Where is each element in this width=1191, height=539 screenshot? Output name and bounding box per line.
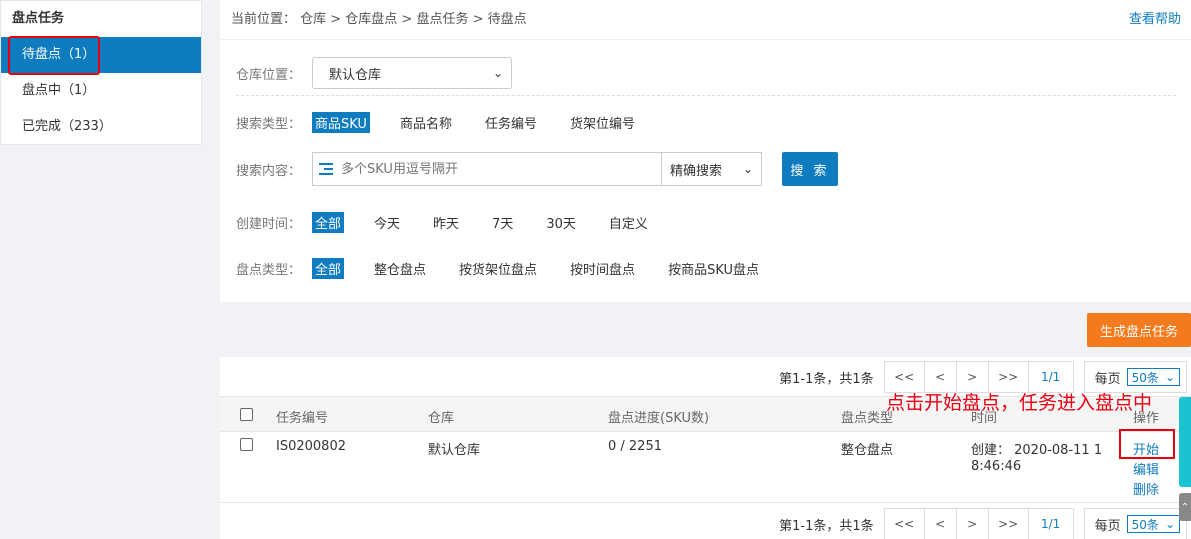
search-content-row: 搜索内容： 精确搜索 ⌄ 搜 索 [236,152,838,186]
search-input[interactable] [341,161,641,177]
search-type-label: 搜索类型： [236,116,302,132]
created-30days[interactable]: 30天 [543,212,579,233]
type-by-shelf[interactable]: 按货架位盘点 [456,258,540,279]
row-warehouse: 默认仓库 [428,443,481,458]
annotation-text: 点击开始盘点，任务进入盘点中 [886,392,1153,414]
per-page-select[interactable]: 50条 ⌄ [1126,368,1180,386]
sidebar-item-completed[interactable]: 已完成（233） [1,109,201,145]
row-time-created: 创建： 2020-08-11 1 [971,443,1103,458]
per-page-label: 每页 [1094,518,1121,534]
side-float-tab[interactable] [1179,397,1191,487]
created-time-row: 创建时间： 全部 今天 昨天 7天 30天 自定义 [236,205,678,239]
header-task-no: 任务编号 [276,411,329,426]
breadcrumb: 当前位置： 仓库 > 仓库盘点 > 盘点任务 > 待盘点 查看帮助 [220,0,1191,40]
search-type-name[interactable]: 商品名称 [397,112,455,133]
row-time-created-cont: 8:46:46 [971,459,1022,474]
warehouse-label: 仓库位置： [236,67,302,83]
per-page: 每页 50条 ⌄ [1083,508,1187,539]
search-button[interactable]: 搜 索 [782,152,838,186]
breadcrumb-text: 当前位置： 仓库 > 仓库盘点 > 盘点任务 > 待盘点 [231,12,527,27]
list-icon [319,163,333,175]
row-type: 整仓盘点 [841,443,894,458]
help-link[interactable]: 查看帮助 [1129,0,1181,40]
highlight-box-pending [8,36,100,75]
divider [236,95,1176,96]
filter-panel: 当前位置： 仓库 > 仓库盘点 > 盘点任务 > 待盘点 查看帮助 仓库位置： … [220,0,1191,302]
pager-last-button[interactable]: >> [989,509,1029,539]
chevron-down-icon: ⌄ [1164,517,1175,531]
created-yesterday[interactable]: 昨天 [430,212,462,233]
pager-first-button[interactable]: << [885,509,925,539]
row-task-no: IS0200802 [276,439,346,454]
generate-task-button[interactable]: 生成盘点任务 [1087,313,1191,347]
chevron-down-icon: ⌄ [1164,370,1175,384]
type-whole-warehouse[interactable]: 整仓盘点 [371,258,429,279]
edit-button[interactable]: 编辑 [1133,459,1159,478]
per-page-value: 50条 [1131,370,1159,385]
count-type-label: 盘点类型： [236,262,302,278]
pager-info: 第1-1条，共1条 [779,518,874,534]
divider [220,502,1191,503]
row-checkbox[interactable] [240,438,253,451]
type-by-time[interactable]: 按时间盘点 [567,258,638,279]
warehouse-row: 仓库位置： 默认仓库 ⌄ [236,56,512,90]
chevron-down-icon: ⌄ [492,66,503,80]
created-time-label: 创建时间： [236,216,302,232]
per-page-select[interactable]: 50条 ⌄ [1126,515,1180,533]
sidebar-item-in-progress[interactable]: 盘点中（1） [1,73,201,109]
back-to-top-icon[interactable]: ⌃ [1179,493,1191,521]
precise-search-value: 精确搜索 [670,163,723,179]
chevron-down-icon: ⌄ [742,162,753,176]
search-type-shelf-no[interactable]: 货架位编号 [567,112,638,133]
task-table-panel: 第1-1条，共1条 << < > >> 1/1 每页 50条 ⌄ 任务编号 仓库… [220,357,1191,539]
warehouse-select[interactable]: 默认仓库 ⌄ [312,57,512,89]
row-progress: 0 / 2251 [608,439,662,454]
search-box [312,152,662,186]
pager-info: 第1-1条，共1条 [779,371,874,387]
header-progress: 盘点进度(SKU数) [608,411,710,426]
sidebar-title: 盘点任务 [12,11,65,26]
warehouse-value: 默认仓库 [329,67,382,83]
count-type-row: 盘点类型： 全部 整仓盘点 按货架位盘点 按时间盘点 按商品SKU盘点 [236,251,789,285]
type-all[interactable]: 全部 [312,257,345,279]
search-type-task-no[interactable]: 任务编号 [482,112,540,133]
search-type-row: 搜索类型： 商品SKU 商品名称 任务编号 货架位编号 [236,105,665,139]
highlight-box-start [1119,429,1175,459]
created-today[interactable]: 今天 [371,212,403,233]
per-page-value: 50条 [1131,517,1159,532]
pager-prev-button[interactable]: < [925,509,957,539]
pager-bottom: 第1-1条，共1条 << < > >> 1/1 每页 50条 ⌄ [779,508,1187,539]
search-type-sku[interactable]: 商品SKU [312,111,370,133]
created-custom[interactable]: 自定义 [606,212,651,233]
pager-next-button[interactable]: > [957,509,989,539]
select-all-checkbox[interactable] [240,408,253,421]
pager-page: 1/1 [1040,517,1061,531]
created-7days[interactable]: 7天 [489,212,516,233]
per-page-label: 每页 [1094,371,1121,387]
type-by-sku[interactable]: 按商品SKU盘点 [665,258,762,279]
created-all[interactable]: 全部 [312,211,345,233]
delete-button[interactable]: 删除 [1133,479,1159,498]
search-content-label: 搜索内容： [236,163,302,179]
precise-search-select[interactable]: 精确搜索 ⌄ [662,152,762,186]
header-warehouse: 仓库 [428,411,455,426]
pager-buttons: << < > >> 1/1 [883,508,1074,539]
